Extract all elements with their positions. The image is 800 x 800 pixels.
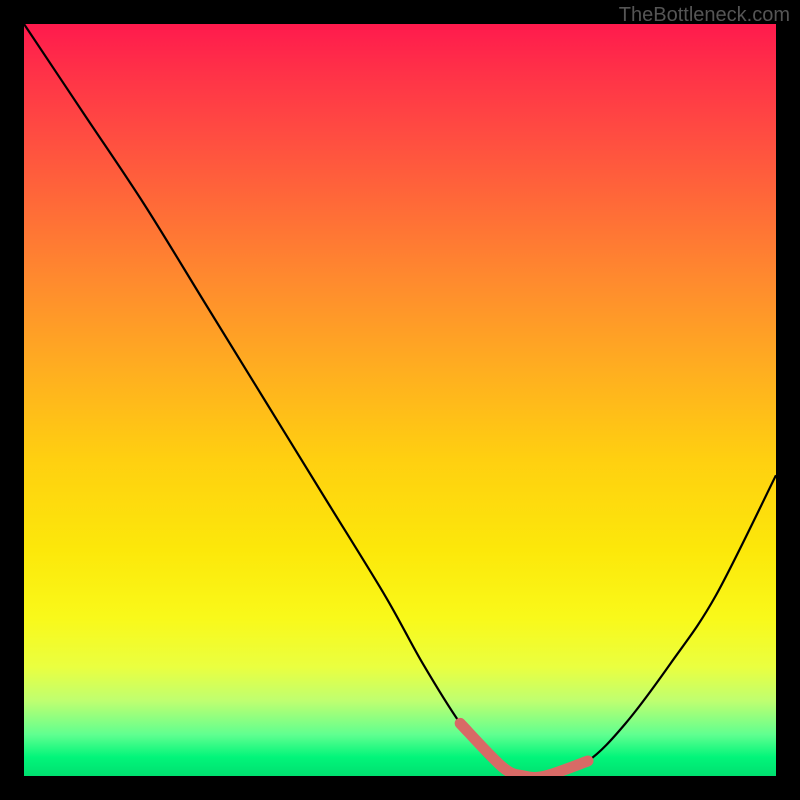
optimal-band: [24, 24, 776, 776]
chart-plot-area: [24, 24, 776, 776]
watermark-text: TheBottleneck.com: [619, 4, 790, 27]
